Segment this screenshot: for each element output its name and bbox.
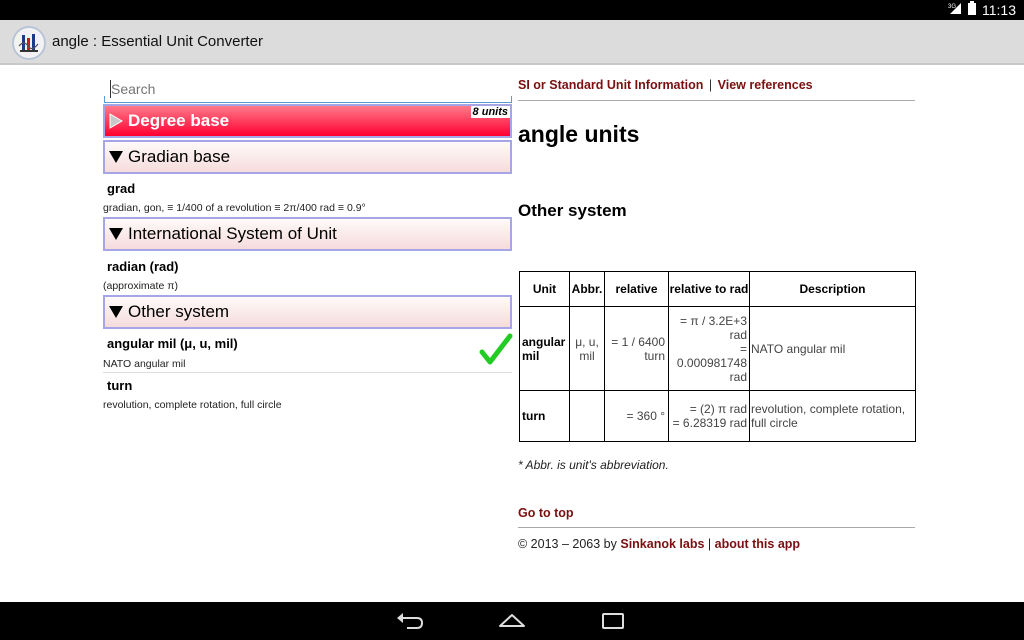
group-header-si[interactable]: International System of Unit xyxy=(103,217,512,251)
unit-desc-radian: (approximate π) xyxy=(103,280,178,292)
unit-desc-angular-mil: NATO angular mil xyxy=(103,358,186,370)
col-header-relative-rad: relative to rad xyxy=(668,271,750,307)
collapse-triangle-icon xyxy=(107,225,125,243)
about-app-link[interactable]: about this app xyxy=(715,537,800,551)
section-heading: Other system xyxy=(518,201,627,220)
col-header-unit: Unit xyxy=(519,271,570,307)
col-header-relative: relative xyxy=(604,271,669,307)
cell-description: revolution, complete rotation, full circ… xyxy=(749,390,916,442)
horizontal-rule xyxy=(518,527,915,528)
unit-item-grad[interactable]: grad xyxy=(107,181,135,196)
cell-relative-rad: = (2) π rad = 6.28319 rad xyxy=(668,390,750,442)
group-label: Degree base xyxy=(128,111,230,130)
horizontal-rule xyxy=(518,100,915,101)
network-icon: 3G xyxy=(948,1,962,18)
collapse-triangle-icon xyxy=(107,303,125,321)
selected-check-icon xyxy=(478,332,514,368)
unit-item-radian[interactable]: radian (rad) xyxy=(107,259,179,274)
search-underline-right xyxy=(511,96,512,102)
top-links: SI or Standard Unit Information | View r… xyxy=(518,78,813,92)
search-box[interactable] xyxy=(104,77,512,103)
units-count-badge: 8 units xyxy=(470,106,510,118)
search-underline-left xyxy=(104,96,105,102)
unit-table: Unit Abbr. relative relative to rad Desc… xyxy=(519,271,916,442)
cell-unit: turn xyxy=(519,390,570,442)
table-header-row: Unit Abbr. relative relative to rad Desc… xyxy=(519,271,916,307)
relative-rad-line-1: = π / 3.2E+3 rad xyxy=(680,313,747,342)
group-label: Gradian base xyxy=(128,147,231,166)
cell-relative: = 1 / 6400 turn xyxy=(604,306,669,391)
status-time: 11:13 xyxy=(982,1,1016,18)
table-row: turn = 360 ° = (2) π rad = 6.28319 rad r… xyxy=(519,390,916,442)
cell-abbr xyxy=(569,390,605,442)
app-title: angle : Essential Unit Converter xyxy=(52,33,263,50)
cell-relative-rad: = π / 3.2E+3 rad = 0.000981748 rad xyxy=(668,306,750,391)
unit-desc-grad: gradian, gon, ≡ 1/400 of a revolution ≡ … xyxy=(103,202,366,214)
col-header-description: Description xyxy=(749,271,916,307)
footnote: * Abbr. is unit's abbreviation. xyxy=(518,458,669,472)
text-caret xyxy=(110,80,111,98)
go-to-top-link[interactable]: Go to top xyxy=(518,506,574,520)
unit-item-turn[interactable]: turn xyxy=(107,378,132,393)
back-icon[interactable] xyxy=(395,610,425,632)
home-icon[interactable] xyxy=(497,610,527,632)
app-icon[interactable] xyxy=(12,26,46,60)
cell-description: NATO angular mil xyxy=(749,306,916,391)
col-header-abbr: Abbr. xyxy=(569,271,605,307)
unit-desc-turn: revolution, complete rotation, full circ… xyxy=(103,399,282,411)
copyright-separator: | xyxy=(707,537,712,551)
cell-unit: angular mil xyxy=(519,306,570,391)
page-heading: angle units xyxy=(518,121,640,147)
content: Degree base 8 units Gradian base grad gr… xyxy=(0,67,1024,602)
status-right: 3G 11:13 xyxy=(948,1,1016,18)
cell-abbr: μ, u, mil xyxy=(569,306,605,391)
group-header-other-system[interactable]: Other system xyxy=(103,295,512,329)
group-label: Other system xyxy=(128,302,230,321)
copyright-text: © 2013 – 2063 by xyxy=(518,537,617,551)
relative-rad-line-2: = 0.000981748 rad xyxy=(676,341,747,384)
action-bar: angle : Essential Unit Converter xyxy=(0,20,1024,65)
expand-triangle-icon xyxy=(107,112,125,130)
navigation-bar xyxy=(0,602,1024,640)
list-divider xyxy=(103,372,512,373)
battery-icon xyxy=(968,1,976,18)
collapse-triangle-icon xyxy=(107,148,125,166)
table-row: angular mil μ, u, mil = 1 / 6400 turn = … xyxy=(519,306,916,391)
group-header-degree-base[interactable]: Degree base 8 units xyxy=(103,104,512,138)
link-separator: | xyxy=(708,78,713,92)
relative-rad-line-1: = (2) π rad xyxy=(689,402,747,416)
group-label: International System of Unit xyxy=(128,224,337,243)
si-info-link[interactable]: SI or Standard Unit Information xyxy=(518,78,703,92)
view-references-link[interactable]: View references xyxy=(718,78,813,92)
status-bar: 3G 11:13 xyxy=(0,0,1024,20)
unit-item-angular-mil[interactable]: angular mil (μ, u, mil) xyxy=(107,336,238,351)
recents-icon[interactable] xyxy=(598,610,628,632)
copyright: © 2013 – 2063 by Sinkanok labs | about t… xyxy=(518,537,800,551)
group-header-gradian-base[interactable]: Gradian base xyxy=(103,140,512,174)
cell-relative: = 360 ° xyxy=(604,390,669,442)
search-input[interactable] xyxy=(104,77,512,101)
company-link[interactable]: Sinkanok labs xyxy=(620,537,704,551)
relative-rad-line-2: = 6.28319 rad xyxy=(672,416,747,430)
